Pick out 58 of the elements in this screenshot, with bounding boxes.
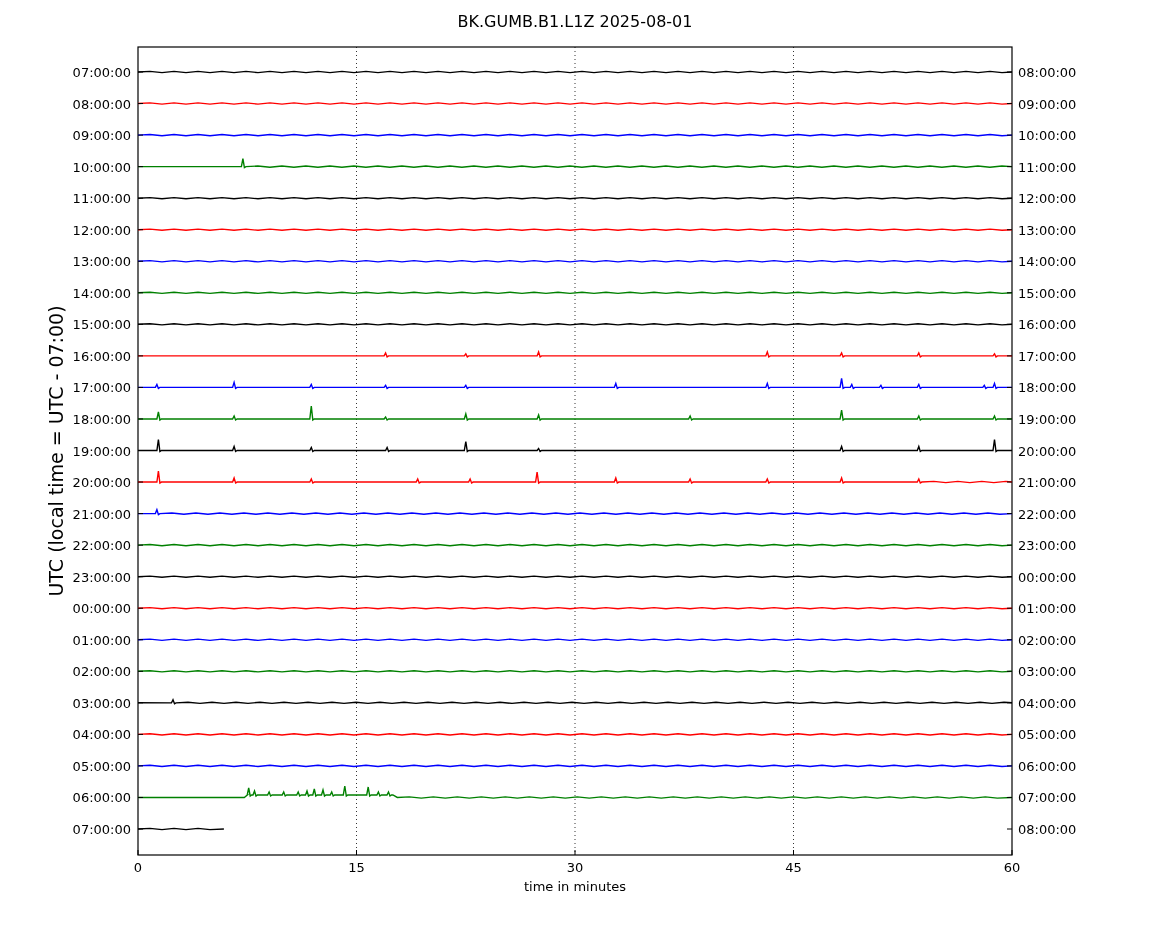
time-label: 23:00:00 bbox=[72, 569, 131, 585]
time-label: 11:00:00 bbox=[72, 191, 131, 207]
time-label: 13:00:00 bbox=[1018, 222, 1077, 238]
time-label: 10:00:00 bbox=[1018, 128, 1077, 144]
time-label: 05:00:00 bbox=[72, 758, 131, 774]
time-label: 10:00:00 bbox=[72, 159, 131, 175]
time-label: 08:00:00 bbox=[1018, 822, 1077, 837]
time-label: 04:00:00 bbox=[72, 727, 131, 743]
time-label: 09:00:00 bbox=[72, 128, 131, 144]
time-label: 05:00:00 bbox=[1018, 727, 1077, 743]
tick-label: 45 bbox=[785, 860, 802, 875]
time-label: 22:00:00 bbox=[1018, 506, 1077, 522]
time-label: 03:00:00 bbox=[72, 695, 131, 711]
time-label: 18:00:00 bbox=[1018, 380, 1077, 396]
time-label: 19:00:00 bbox=[1018, 411, 1077, 427]
tick-label: 60 bbox=[1003, 860, 1021, 875]
time-label: 11:00:00 bbox=[1018, 159, 1077, 175]
time-label: 14:00:00 bbox=[1018, 254, 1077, 270]
time-label: 08:00:00 bbox=[1018, 65, 1077, 80]
time-label: 12:00:00 bbox=[72, 222, 131, 238]
time-label: 04:00:00 bbox=[1018, 695, 1077, 711]
time-label: 18:00:00 bbox=[72, 411, 131, 427]
time-label: 21:00:00 bbox=[72, 506, 131, 522]
time-label: 22:00:00 bbox=[72, 538, 131, 554]
time-label: 06:00:00 bbox=[72, 790, 131, 806]
time-label: 20:00:00 bbox=[72, 475, 131, 491]
time-label: 15:00:00 bbox=[1018, 285, 1077, 301]
time-label: 02:00:00 bbox=[72, 664, 131, 680]
time-label: 19:00:00 bbox=[72, 443, 131, 459]
time-label: 00:00:00 bbox=[1018, 569, 1077, 585]
time-label: 01:00:00 bbox=[72, 632, 131, 648]
time-label: 21:00:00 bbox=[1018, 475, 1077, 491]
time-label: 00:00:00 bbox=[72, 601, 131, 617]
time-label: 07:00:00 bbox=[72, 822, 131, 837]
time-label: 20:00:00 bbox=[1018, 443, 1077, 459]
time-label: 13:00:00 bbox=[72, 254, 131, 270]
time-label: 09:00:00 bbox=[1018, 96, 1077, 112]
time-label: 08:00:00 bbox=[72, 96, 131, 112]
time-label: 03:00:00 bbox=[1018, 664, 1077, 680]
axis-label: UTC (local time = UTC - 07:00) bbox=[45, 305, 67, 597]
time-label: 07:00:00 bbox=[72, 65, 131, 80]
time-label: 16:00:00 bbox=[72, 348, 131, 364]
time-label: 17:00:00 bbox=[72, 380, 131, 396]
time-label: 06:00:00 bbox=[1018, 758, 1077, 774]
tick-label: 30 bbox=[566, 860, 584, 875]
time-label: 23:00:00 bbox=[1018, 538, 1077, 554]
time-label: 15:00:00 bbox=[72, 317, 131, 333]
time-label: 01:00:00 bbox=[1018, 601, 1077, 617]
time-label: 02:00:00 bbox=[1018, 632, 1077, 648]
time-label: 17:00:00 bbox=[1018, 348, 1077, 364]
time-label: 16:00:00 bbox=[1018, 317, 1077, 333]
axis-label: time in minutes bbox=[523, 879, 627, 894]
tick-label: 0 bbox=[133, 860, 143, 875]
time-label: 14:00:00 bbox=[72, 285, 131, 301]
time-label: 07:00:00 bbox=[1018, 790, 1077, 806]
time-label: 12:00:00 bbox=[1018, 191, 1077, 207]
chart-title: BK.GUMB.B1.L1Z 2025-08-01 bbox=[457, 12, 693, 31]
tick-label: 15 bbox=[348, 860, 365, 875]
